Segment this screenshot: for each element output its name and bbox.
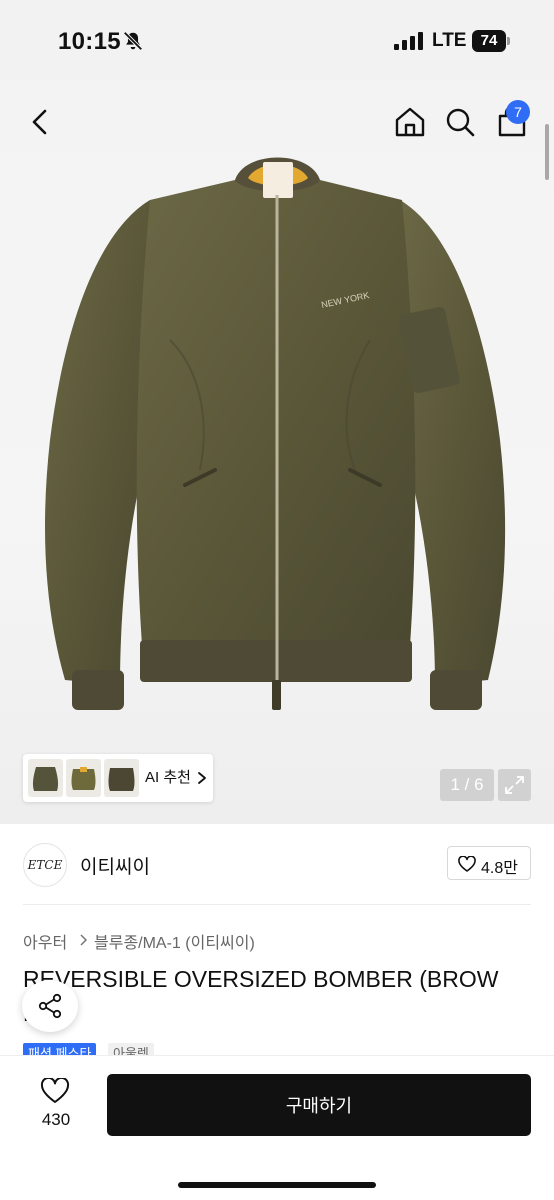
scrollbar[interactable] [545, 124, 549, 180]
search-icon [446, 108, 475, 137]
network-type: LTE [432, 30, 467, 51]
section-divider [23, 904, 531, 905]
expand-icon [505, 776, 524, 794]
store-like-count: 4.8만 [481, 860, 518, 877]
signal-icon [394, 32, 423, 50]
search-button[interactable] [440, 102, 480, 142]
status-bar: 10:15 LTE 74 [0, 0, 554, 80]
thumbnail-3-image [108, 768, 135, 791]
heart-icon [458, 856, 476, 872]
thumbnail-1-image [32, 767, 59, 791]
breadcrumb-subcategory[interactable]: 블루종/MA-1 (이티씨이) [94, 929, 255, 953]
heart-icon [40, 1078, 70, 1103]
back-button[interactable] [22, 104, 58, 140]
thumbnail-2[interactable] [66, 759, 101, 797]
thumbnail-strip: AI 추천 [23, 754, 213, 802]
bottom-action-bar: 430 구매하기 [0, 1055, 554, 1200]
thumbnail-1[interactable] [28, 759, 63, 797]
buy-button[interactable]: 구매하기 [107, 1074, 531, 1136]
bell-off-icon [123, 31, 143, 51]
seller-logo[interactable]: ETCE [23, 843, 67, 887]
expand-image-button[interactable] [498, 769, 531, 801]
share-icon [38, 993, 62, 1019]
wishlist-count: 430 [41, 1110, 71, 1129]
battery-level: 74 [480, 32, 498, 49]
image-page-indicator: 1 / 6 [440, 769, 494, 801]
ai-recommend-button[interactable]: AI 추천 [145, 754, 191, 802]
status-time: 10:15 [58, 28, 121, 55]
breadcrumb-category[interactable]: 아우터 [23, 929, 67, 953]
cart-count-badge: 7 [506, 100, 530, 124]
home-icon [395, 107, 425, 137]
home-button[interactable] [390, 102, 430, 142]
product-title: REVERSIBLE OVERSIZED BOMBER (BROW [23, 966, 499, 992]
share-button[interactable] [22, 980, 78, 1032]
back-icon [32, 109, 47, 135]
store-like-button[interactable]: 4.8만 [447, 846, 531, 880]
thumbnail-2-image [71, 767, 96, 790]
wishlist-button[interactable]: 430 [28, 1076, 84, 1136]
battery-icon: 74 [472, 30, 510, 52]
chevron-right-icon [80, 934, 88, 946]
product-image[interactable]: NEW YORK [10, 140, 544, 760]
thumbnail-3[interactable] [104, 759, 139, 797]
home-indicator [178, 1182, 376, 1188]
seller-name[interactable]: 이티씨이 [80, 852, 150, 879]
battery-cap [507, 37, 510, 45]
chevron-right-icon [198, 772, 206, 784]
